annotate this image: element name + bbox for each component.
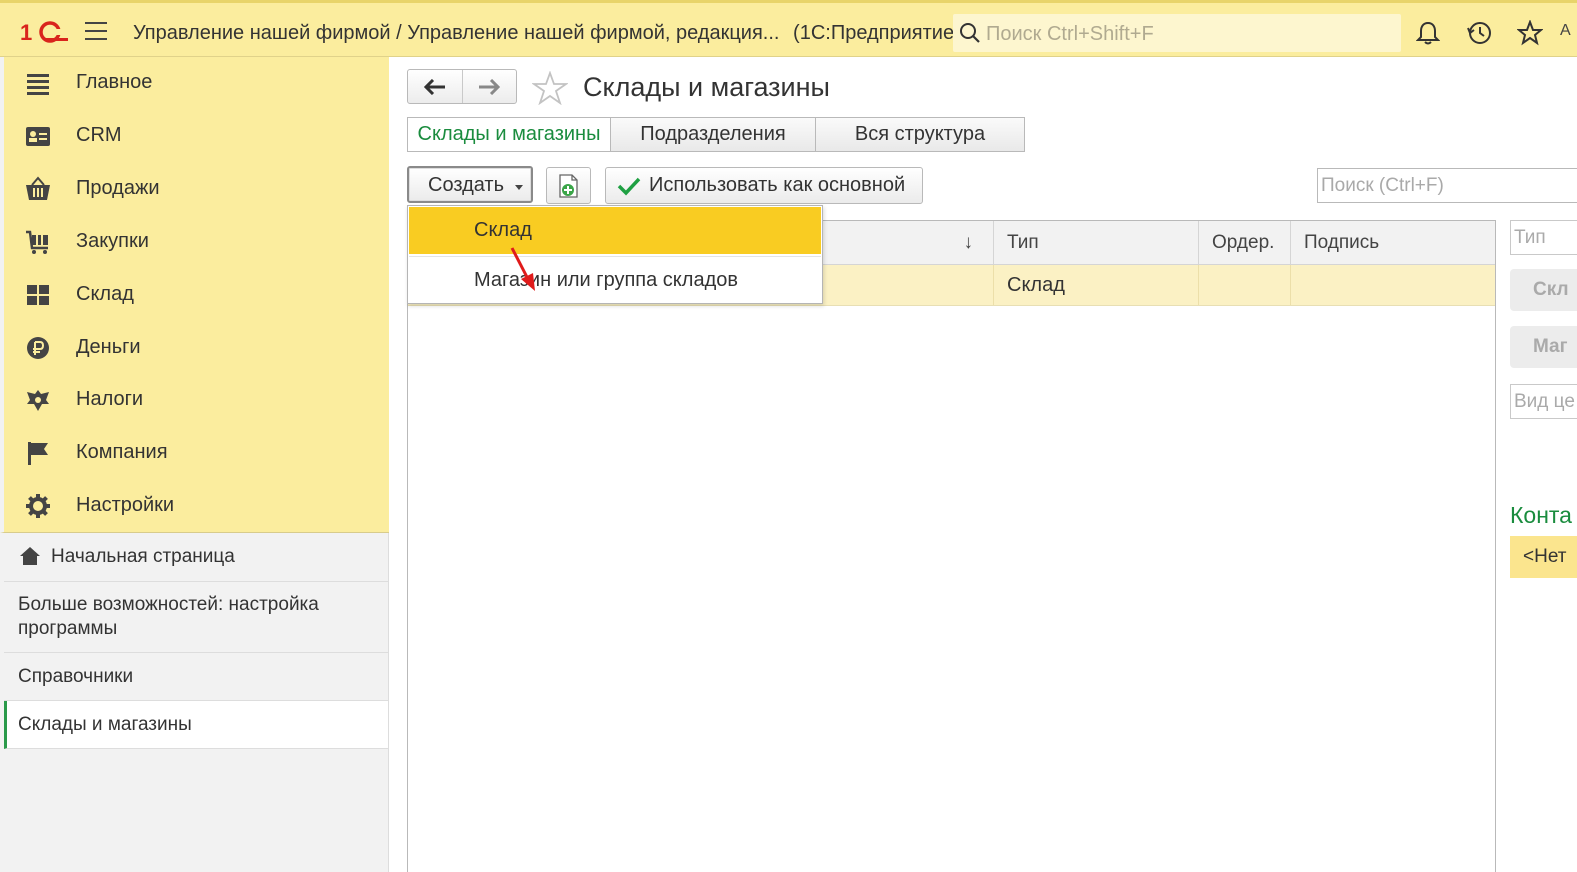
filter-store-button[interactable]: Маг	[1510, 326, 1577, 368]
form-title: Склады и магазины	[583, 72, 830, 102]
tab-departments[interactable]: Подразделения	[610, 117, 816, 152]
sections-panel: Главное CRM Продажи Закупки Склад Деньги…	[0, 57, 389, 533]
section-label: Компания	[76, 441, 168, 463]
arrow-right-icon	[479, 79, 500, 95]
warehouses-table[interactable]: ↓ Тип Ордер. Подпись Склад	[407, 220, 1496, 872]
create-dropdown-menu: Склад Магазин или группа складов	[407, 205, 823, 304]
history-nav-buttons	[407, 69, 517, 104]
section-label: CRM	[76, 124, 122, 146]
column-header-signature[interactable]: Подпись	[1291, 221, 1495, 264]
top-accent-line	[0, 0, 1577, 3]
search-icon	[960, 23, 980, 43]
section-label: Склад	[76, 283, 134, 305]
navigation-panel: Начальная страница Больше возможностей: …	[0, 533, 389, 872]
add-to-favorites-star-icon[interactable]	[532, 71, 568, 105]
section-label: Продажи	[76, 177, 160, 199]
bell-icon[interactable]	[1416, 20, 1440, 46]
table-cell-type: Склад	[994, 265, 1199, 305]
flag-icon	[28, 442, 48, 465]
use-as-main-button[interactable]: Использовать как основной	[605, 167, 923, 204]
sort-arrow-icon: ↓	[963, 232, 974, 253]
nav-item-home[interactable]: Начальная страница	[4, 533, 388, 582]
section-money[interactable]: Деньги	[24, 328, 384, 368]
section-label: Настройки	[76, 494, 175, 516]
basket-icon	[26, 176, 50, 200]
section-sales[interactable]: Продажи	[24, 169, 384, 209]
nav-item-label: Начальная страница	[51, 546, 235, 567]
ruble-icon	[27, 337, 49, 359]
table-cell-order	[1199, 265, 1291, 305]
main-menu-icon[interactable]	[85, 22, 107, 42]
global-search[interactable]	[953, 14, 1401, 52]
tab-warehouses-stores[interactable]: Склады и магазины	[407, 117, 611, 152]
eagle-emblem-icon	[27, 390, 49, 411]
section-label: Закупки	[76, 230, 149, 252]
section-label: Деньги	[76, 336, 141, 358]
column-header-order[interactable]: Ордер.	[1199, 221, 1291, 264]
gear-icon	[26, 494, 50, 518]
contacts-value[interactable]: <Нет	[1510, 536, 1577, 578]
column-header-type[interactable]: Тип	[994, 221, 1199, 264]
section-taxes[interactable]: Налоги	[24, 380, 384, 420]
app-title: Управление нашей фирмой / Управление наш…	[133, 22, 961, 45]
favorites-star-icon[interactable]	[1517, 20, 1543, 46]
section-crm[interactable]: CRM	[24, 116, 384, 156]
table-cell-signature	[1291, 265, 1495, 305]
top-bar: 1 Управление нашей фирмой / Управление н…	[0, 0, 1577, 57]
home-icon	[20, 547, 40, 565]
tab-whole-structure[interactable]: Вся структура	[815, 117, 1025, 152]
filter-warehouse-button[interactable]: Скл	[1510, 269, 1577, 311]
menu-item-label: Склад	[474, 219, 532, 241]
use-as-main-label: Использовать как основной	[649, 174, 906, 196]
create-button[interactable]: Создать	[407, 166, 533, 203]
form-area: Склады и магазины Склады и магазины Подр…	[389, 57, 1577, 872]
arrow-left-icon	[424, 79, 445, 95]
annotation-arrow-icon	[510, 247, 535, 291]
global-search-input[interactable]	[984, 20, 1388, 48]
nav-item-more-features[interactable]: Больше возможностей: настройка программы	[4, 582, 388, 653]
copy-button[interactable]	[546, 167, 591, 204]
section-main[interactable]: Главное	[24, 63, 384, 103]
section-warehouse[interactable]: Склад	[24, 275, 384, 315]
copy-document-icon	[559, 174, 578, 198]
section-settings[interactable]: Настройки	[24, 486, 384, 526]
nav-item-catalogs[interactable]: Справочники	[4, 653, 388, 701]
contact-card-icon	[26, 127, 50, 146]
nav-item-label: Склады и магазины	[18, 714, 192, 735]
back-button[interactable]	[408, 70, 462, 103]
section-label: Главное	[76, 71, 153, 93]
price-type-field[interactable]: Вид це	[1510, 384, 1577, 419]
warehouse-grid-icon	[27, 285, 49, 305]
contacts-heading: Конта	[1510, 502, 1572, 528]
app-title-text: Управление нашей фирмой / Управление наш…	[133, 22, 780, 44]
nav-item-warehouses-stores[interactable]: Склады и магазины	[4, 701, 388, 749]
details-panel: Тип Скл Маг Вид це Конта <Нет	[1510, 57, 1577, 872]
1c-logo[interactable]: 1	[20, 19, 68, 45]
checkmark-icon	[617, 177, 641, 196]
menu-list-icon	[27, 74, 49, 95]
create-button-label: Создать	[428, 174, 505, 196]
forward-button[interactable]	[463, 70, 517, 103]
menu-item-warehouse[interactable]: Склад	[409, 207, 821, 254]
user-menu-label[interactable]: А	[1560, 22, 1571, 40]
type-filter-field[interactable]: Тип	[1510, 220, 1577, 255]
section-company[interactable]: Компания	[24, 433, 384, 473]
app-platform-text: (1С:Предприятие)	[793, 22, 961, 44]
history-icon[interactable]	[1467, 20, 1493, 46]
nav-item-label: Справочники	[18, 666, 134, 687]
section-label: Налоги	[76, 388, 144, 410]
menu-item-store-or-group[interactable]: Магазин или группа складов	[409, 257, 821, 304]
svg-text:1: 1	[20, 20, 32, 45]
dropdown-caret-icon	[515, 185, 523, 190]
nav-item-label: Больше возможностей: настройка программы	[18, 594, 319, 639]
cart-icon	[26, 230, 48, 254]
section-purchases[interactable]: Закупки	[24, 222, 384, 262]
